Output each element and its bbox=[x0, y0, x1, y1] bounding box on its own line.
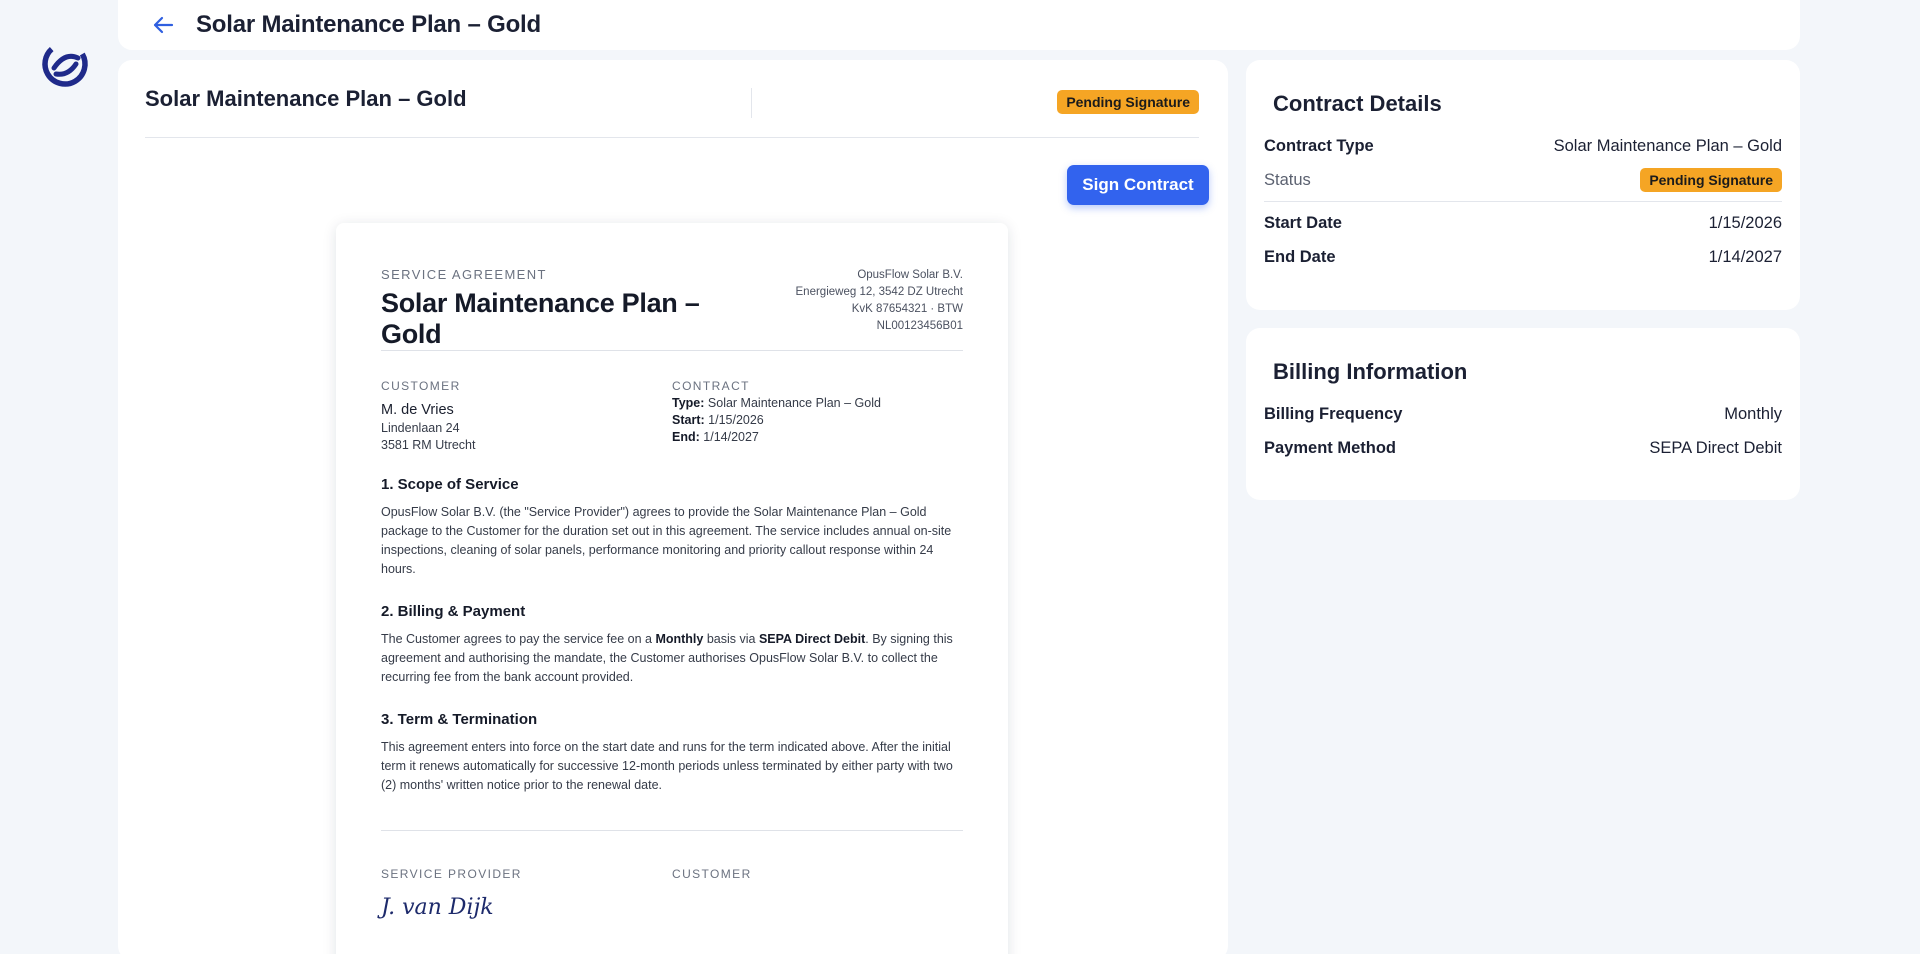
contract-details-title: Contract Details bbox=[1273, 91, 1442, 116]
payment-method-label: Payment Method bbox=[1264, 438, 1397, 457]
contract-block: CONTRACT Type: Solar Maintenance Plan – … bbox=[672, 379, 963, 452]
customer-block: CUSTOMER M. de Vries Lindenlaan 24 3581 … bbox=[381, 379, 672, 452]
billing-frequency-bold: Monthly bbox=[655, 632, 704, 646]
provider-info: OpusFlow Solar B.V. Energieweg 12, 3542 … bbox=[764, 267, 963, 335]
billing-info-card: Billing Information Billing Frequency Mo… bbox=[1246, 328, 1800, 500]
customer-street: Lindenlaan 24 bbox=[381, 421, 460, 435]
section-heading-billing: 2. Billing & Payment bbox=[381, 603, 526, 620]
contract-type-label: Type: bbox=[672, 396, 705, 410]
status-row: Status Pending Signature bbox=[1264, 163, 1782, 197]
customer-city: 3581 RM Utrecht bbox=[381, 438, 476, 452]
document-header: SERVICE AGREEMENT Solar Maintenance Plan… bbox=[381, 267, 963, 351]
contract-start-line: Start: 1/15/2026 bbox=[672, 413, 963, 427]
billing-method-bold: SEPA Direct Debit bbox=[758, 632, 866, 646]
customer-signature-block[interactable]: CUSTOMER bbox=[672, 867, 963, 920]
provider-name: OpusFlow Solar B.V. bbox=[857, 269, 963, 281]
section-text-term: This agreement enters into force on the … bbox=[381, 740, 953, 792]
provider-ids: KvK 87654321 · BTW NL00123456B01 bbox=[851, 303, 963, 332]
billing-title: Billing Information bbox=[1273, 359, 1468, 384]
provider-signature-heading: SERVICE PROVIDER bbox=[381, 867, 522, 881]
provider-signature-block: SERVICE PROVIDER J. van Dijk bbox=[381, 867, 672, 920]
contract-document[interactable]: SERVICE AGREEMENT Solar Maintenance Plan… bbox=[336, 223, 1008, 954]
section-text-billing: The Customer agrees to pay the service f… bbox=[381, 630, 963, 687]
status-label: Status bbox=[1264, 170, 1311, 189]
contract-end-label: End: bbox=[672, 430, 700, 444]
panel-title: Solar Maintenance Plan – Gold bbox=[145, 85, 467, 111]
billing-frequency-row: Billing Frequency Monthly bbox=[1264, 397, 1782, 431]
start-date-value: 1/15/2026 bbox=[1708, 213, 1782, 232]
top-bar: Solar Maintenance Plan – Gold bbox=[118, 0, 1800, 50]
contract-start-value: 1/15/2026 bbox=[708, 413, 764, 427]
contract-type-label: Contract Type bbox=[1264, 136, 1374, 155]
contract-preview-panel: Solar Maintenance Plan – Gold Pending Si… bbox=[118, 60, 1228, 954]
contract-type-value: Solar Maintenance Plan – Gold bbox=[1553, 136, 1782, 155]
page-title: Solar Maintenance Plan – Gold bbox=[196, 11, 541, 38]
customer-name: M. de Vries bbox=[381, 402, 454, 418]
document-title: Solar Maintenance Plan – Gold bbox=[381, 288, 700, 349]
end-date-label: End Date bbox=[1264, 247, 1336, 266]
end-date-row: End Date 1/14/2027 bbox=[1264, 240, 1782, 274]
contract-details-card: Contract Details Contract Type Solar Mai… bbox=[1246, 60, 1800, 310]
section-heading-term: 3. Term & Termination bbox=[381, 711, 538, 728]
back-arrow-icon[interactable] bbox=[150, 12, 176, 38]
customer-heading: CUSTOMER bbox=[381, 379, 461, 393]
billing-frequency-value: Monthly bbox=[1724, 404, 1782, 423]
sign-contract-button[interactable]: Sign Contract bbox=[1067, 165, 1209, 205]
contract-heading: CONTRACT bbox=[672, 379, 750, 393]
contract-type-value: Solar Maintenance Plan – Gold bbox=[707, 396, 881, 410]
payment-method-value: SEPA Direct Debit bbox=[1649, 438, 1782, 457]
status-badge-details: Pending Signature bbox=[1640, 168, 1782, 192]
end-date-value: 1/14/2027 bbox=[1708, 247, 1782, 266]
contract-type-line: Type: Solar Maintenance Plan – Gold bbox=[672, 396, 963, 410]
payment-method-row: Payment Method SEPA Direct Debit bbox=[1264, 431, 1782, 465]
contract-end-line: End: 1/14/2027 bbox=[672, 430, 963, 444]
contract-start-label: Start: bbox=[672, 413, 705, 427]
start-date-row: Start Date 1/15/2026 bbox=[1264, 206, 1782, 240]
billing-text-b: basis via bbox=[703, 632, 759, 646]
panel-header: Solar Maintenance Plan – Gold Pending Si… bbox=[145, 60, 1199, 138]
provider-signature: J. van Dijk bbox=[381, 895, 494, 920]
app-logo-icon[interactable] bbox=[40, 38, 90, 90]
header-divider bbox=[751, 88, 752, 118]
contract-type-row: Contract Type Solar Maintenance Plan – G… bbox=[1264, 129, 1782, 163]
customer-signature-heading: CUSTOMER bbox=[672, 867, 752, 881]
contract-end-value: 1/14/2027 bbox=[703, 430, 759, 444]
parties-section: CUSTOMER M. de Vries Lindenlaan 24 3581 … bbox=[381, 379, 963, 452]
signature-divider bbox=[381, 830, 963, 831]
billing-text-a: The Customer agrees to pay the service f… bbox=[381, 632, 656, 646]
section-heading-scope: 1. Scope of Service bbox=[381, 476, 519, 493]
billing-frequency-label: Billing Frequency bbox=[1264, 404, 1403, 423]
status-badge: Pending Signature bbox=[1057, 90, 1199, 114]
section-text-scope: OpusFlow Solar B.V. (the "Service Provid… bbox=[381, 505, 952, 576]
provider-address: Energieweg 12, 3542 DZ Utrecht bbox=[795, 286, 963, 298]
details-divider bbox=[1264, 201, 1782, 202]
signature-section: SERVICE PROVIDER J. van Dijk CUSTOMER bbox=[381, 867, 963, 920]
start-date-label: Start Date bbox=[1264, 213, 1342, 232]
document-eyebrow: SERVICE AGREEMENT bbox=[381, 267, 547, 282]
